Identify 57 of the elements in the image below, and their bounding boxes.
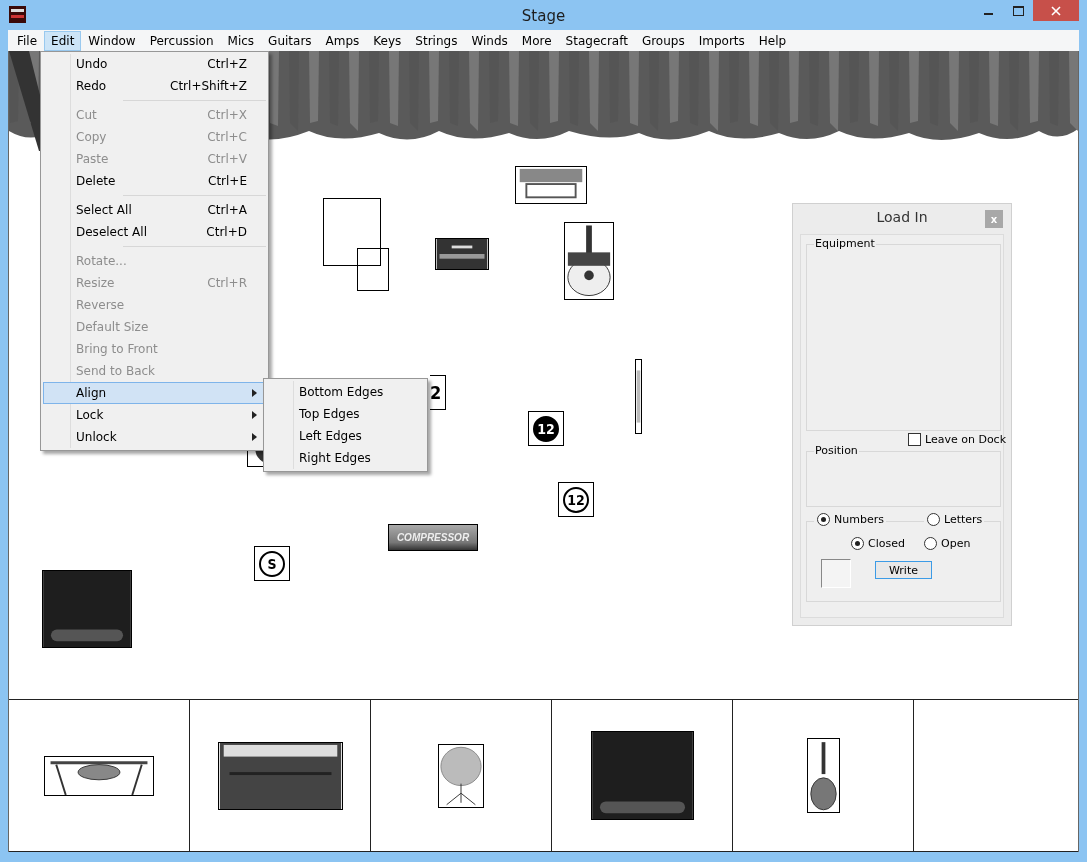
menu-item[interactable]: Amps (318, 30, 367, 51)
menu-item[interactable]: Winds (464, 30, 515, 51)
menu-item[interactable]: Mics (220, 30, 262, 51)
amplifier-drawing[interactable] (435, 238, 489, 270)
drum-rack-drawing[interactable] (44, 755, 154, 796)
menu-option[interactable]: Redo Ctrl+Shift+Z (43, 75, 266, 97)
stage-marker[interactable]: 2 (430, 375, 446, 410)
leave-on-dock-checkbox[interactable]: Leave on Dock (908, 433, 1007, 446)
menu-option[interactable]: Select All Ctrl+A (43, 199, 266, 221)
close-icon (1051, 5, 1061, 16)
menu-option[interactable]: Undo Ctrl+Z (43, 53, 266, 75)
menu-item[interactable]: File (10, 30, 45, 51)
app-logo-icon (9, 6, 26, 23)
write-button[interactable]: Write (875, 561, 932, 579)
menu-option[interactable]: Bottom Edges (266, 381, 425, 403)
menu-item[interactable]: Strings (408, 30, 465, 51)
maximize-icon (1012, 5, 1024, 16)
menu-option[interactable]: Delete Ctrl+E (43, 170, 266, 192)
door-radio[interactable]: Open (924, 537, 973, 550)
mic-stand-drawing[interactable] (635, 359, 642, 434)
group-label: Equipment (814, 237, 876, 250)
group-label: Position (814, 444, 859, 457)
stage-marker[interactable]: S (254, 546, 290, 581)
menu-item[interactable]: Stagecraft (558, 30, 635, 51)
keyboard-drawing[interactable] (217, 741, 343, 810)
panel-title: Load In (876, 209, 928, 225)
speaker-cabinet-drawing[interactable] (590, 731, 694, 821)
menu-option[interactable]: Align (43, 382, 266, 404)
menu-item[interactable]: More (514, 30, 559, 51)
menu-item[interactable]: Window (81, 30, 143, 51)
color-swatch[interactable] (821, 559, 851, 588)
menu-option[interactable]: Unlock (43, 426, 266, 448)
menu-option[interactable]: Top Edges (266, 403, 425, 425)
menu-option[interactable]: Left Edges (266, 425, 425, 447)
menu-item[interactable]: Keys (366, 30, 409, 51)
cymbal-drawing[interactable] (438, 743, 484, 808)
menu-item[interactable]: Help (751, 30, 794, 51)
door-radio[interactable]: Closed (851, 537, 907, 550)
menu-item[interactable]: Groups (634, 30, 692, 51)
mandolin-drawing[interactable] (806, 738, 840, 814)
minimize-icon (983, 13, 993, 15)
mixer-drawing[interactable] (515, 166, 587, 204)
menu-option[interactable]: Lock (43, 404, 266, 426)
menu-option[interactable]: Deselect All Ctrl+D (43, 221, 266, 243)
stage-marker[interactable]: 12 (528, 411, 564, 446)
numbering-radio[interactable]: Numbers (814, 513, 886, 526)
menu-item[interactable]: Imports (691, 30, 752, 51)
numbering-radio[interactable]: Letters (924, 513, 985, 526)
empty-frame[interactable] (357, 248, 389, 291)
menu-item[interactable]: Guitars (261, 30, 319, 51)
empty-frame[interactable] (323, 198, 381, 266)
menu-item[interactable]: Edit (44, 30, 82, 51)
menu-option[interactable]: Right Edges (266, 447, 425, 469)
stage-marker[interactable]: 12 (558, 482, 594, 517)
guitar-drawing[interactable] (564, 222, 614, 300)
menu-item[interactable]: Percussion (142, 30, 221, 51)
window-title: Stage (521, 6, 566, 25)
